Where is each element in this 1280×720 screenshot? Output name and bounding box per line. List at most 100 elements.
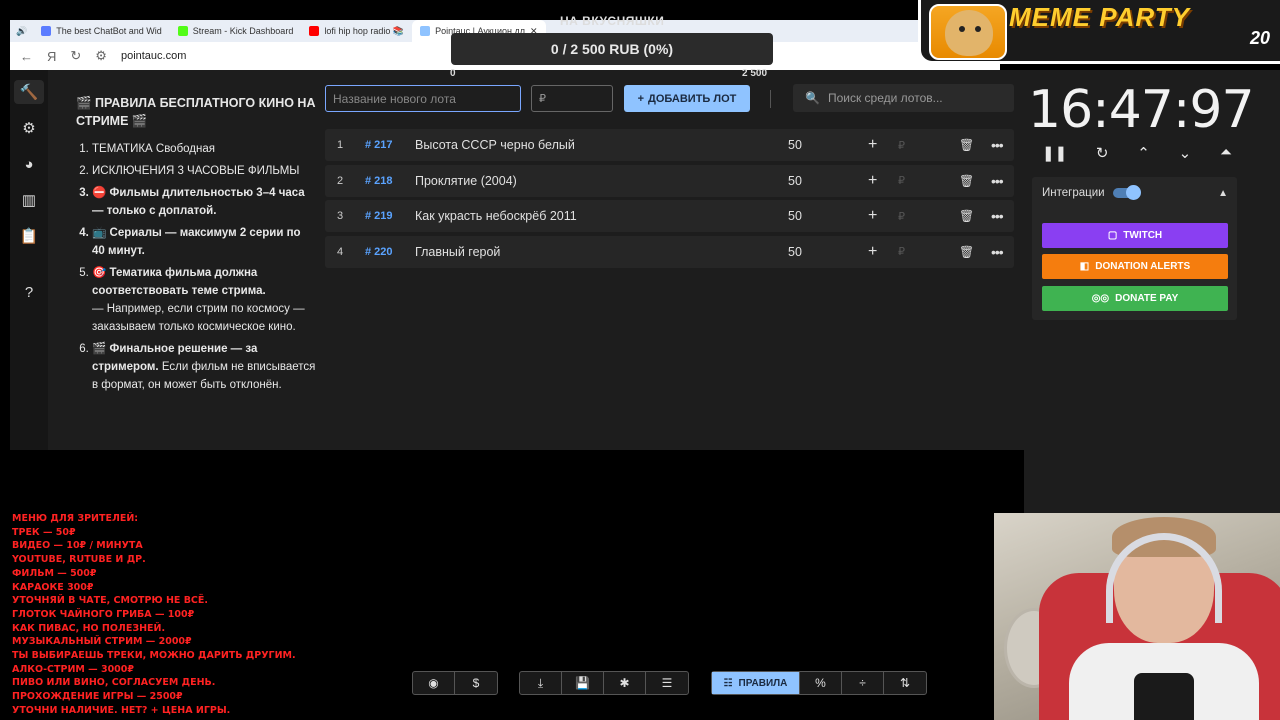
bug-icon[interactable]: ✱ bbox=[604, 672, 646, 694]
nav-history-clipboard-icon[interactable]: 📋 bbox=[14, 224, 44, 248]
nav-stats-bar-chart-icon[interactable]: ▥ bbox=[14, 188, 44, 212]
integrations-label: Интеграции bbox=[1042, 187, 1105, 199]
youtube-favicon-icon bbox=[309, 26, 320, 36]
add-amount-plus-icon[interactable]: + bbox=[868, 172, 877, 190]
yandex-icon[interactable]: Я bbox=[47, 49, 56, 64]
rub-input-icon[interactable]: ₽ bbox=[898, 174, 905, 187]
save-icon[interactable]: 💾 bbox=[562, 672, 604, 694]
lot-number: # 220 bbox=[365, 245, 393, 258]
rub-input-icon[interactable]: ₽ bbox=[898, 245, 905, 258]
rule-item: 🎯 Тематика фильма должна соответствовать… bbox=[92, 264, 316, 336]
download-icon[interactable]: ⤓ bbox=[520, 672, 562, 694]
clear-list-icon[interactable]: ☰ bbox=[646, 672, 688, 694]
lot-number: # 219 bbox=[365, 210, 393, 222]
donate-dollar-icon[interactable]: $ bbox=[455, 672, 497, 694]
lot-row[interactable]: 1 # 217 Высота СССР черно белый 50 + ₽ 🗑… bbox=[325, 129, 1014, 161]
delete-trash-icon[interactable]: 🗑 bbox=[959, 174, 974, 188]
add-amount-plus-icon[interactable]: + bbox=[868, 243, 877, 261]
chevron-up-icon[interactable]: ▲ bbox=[1218, 188, 1228, 199]
rules-panel: 🎬 ПРАВИЛА БЕСПЛАТНОГО КИНО НА СТРИМЕ 🎬 Т… bbox=[76, 94, 316, 398]
toolbar-file: ⤓ 💾 ✱ ☰ bbox=[519, 671, 689, 695]
new-lot-price-input[interactable]: ₽ bbox=[531, 85, 613, 112]
search-icon: 🔍 bbox=[805, 91, 820, 105]
lot-name[interactable]: Главный герой bbox=[415, 245, 500, 259]
browser-tab-chatbot[interactable]: The best ChatBot and Wid bbox=[33, 20, 170, 42]
lot-amount[interactable]: 50 bbox=[788, 138, 802, 152]
lot-row[interactable]: 4 # 220 Главный герой 50 + ₽ 🗑 ••• bbox=[325, 235, 1014, 268]
delete-trash-icon[interactable]: 🗑 bbox=[959, 138, 974, 152]
left-nav: 🔨 ⚙ ◕ ▥ 📋 ? bbox=[10, 70, 48, 450]
lot-name[interactable]: Как украсть небоскрёб 2011 bbox=[415, 209, 577, 223]
nav-wheel-pie-icon[interactable]: ◕ bbox=[14, 152, 44, 176]
sort-icon[interactable]: ⇅ bbox=[884, 672, 926, 694]
more-options-icon[interactable]: ••• bbox=[991, 244, 1004, 260]
new-lot-name-input[interactable] bbox=[325, 85, 521, 112]
delete-trash-icon[interactable]: 🗑 bbox=[959, 245, 974, 259]
lot-search-input[interactable]: 🔍 Поиск среди лотов... bbox=[793, 84, 1014, 112]
percent-icon[interactable]: % bbox=[800, 672, 842, 694]
integrations-header[interactable]: Интеграции ▲ bbox=[1042, 185, 1228, 200]
lot-index: 1 bbox=[337, 139, 344, 151]
chevron-up-icon[interactable]: ⌃ bbox=[1137, 144, 1150, 162]
lot-row[interactable]: 3 # 219 Как украсть небоскрёб 2011 50 + … bbox=[325, 200, 1014, 232]
pause-icon[interactable]: ❚❚ bbox=[1042, 144, 1067, 162]
goal-max-label: 2 500 bbox=[742, 68, 768, 79]
doge-logo-icon bbox=[929, 4, 1007, 60]
lot-row[interactable]: 2 # 218 Проклятие (2004) 50 + ₽ 🗑 ••• bbox=[325, 164, 1014, 197]
add-amount-plus-icon[interactable]: + bbox=[868, 207, 877, 225]
nav-help-question-icon[interactable]: ? bbox=[14, 280, 44, 304]
rules-button[interactable]: ☷ ПРАВИЛА bbox=[712, 672, 800, 694]
more-options-icon[interactable]: ••• bbox=[991, 137, 1004, 153]
kick-favicon-icon bbox=[177, 26, 188, 36]
rub-input-icon[interactable]: ₽ bbox=[898, 139, 905, 152]
more-options-icon[interactable]: ••• bbox=[991, 173, 1004, 189]
lots-list: 1 # 217 Высота СССР черно белый 50 + ₽ 🗑… bbox=[325, 129, 1014, 271]
nav-auction-hammer-icon[interactable]: 🔨 bbox=[14, 80, 44, 104]
delete-trash-icon[interactable]: 🗑 bbox=[959, 209, 974, 223]
rules-list: ТЕМАТИКА Свободная ИСКЛЮЧЕНИЯ 3 ЧАСОВЫЕ … bbox=[76, 140, 316, 394]
goal-min-label: 0 bbox=[450, 68, 456, 79]
donation-alerts-button[interactable]: ◧ DONATION ALERTS bbox=[1042, 254, 1228, 279]
meme-party-title: MEME PARTY bbox=[1009, 2, 1190, 32]
lot-number: # 217 bbox=[365, 139, 393, 151]
site-info-icon[interactable]: ⚙ bbox=[95, 48, 107, 64]
lot-name[interactable]: Высота СССР черно белый bbox=[415, 138, 575, 152]
twitch-button[interactable]: ▢ TWITCH bbox=[1042, 223, 1228, 248]
github-icon[interactable]: ◉ bbox=[413, 672, 455, 694]
chevron-down-icon[interactable]: ⌄ bbox=[1179, 144, 1192, 162]
split-icon[interactable]: ÷ bbox=[842, 672, 884, 694]
webcam-feed bbox=[994, 513, 1280, 720]
browser-tab-lofi[interactable]: lofi hip hop radio 📚 bbox=[301, 20, 412, 42]
rule-item: ТЕМАТИКА Свободная bbox=[92, 140, 316, 158]
lot-amount[interactable]: 50 bbox=[788, 174, 802, 188]
donate-pay-button[interactable]: ◎◎ DONATE PAY bbox=[1042, 286, 1228, 311]
lot-amount[interactable]: 50 bbox=[788, 245, 802, 259]
lot-name[interactable]: Проклятие (2004) bbox=[415, 174, 517, 188]
lot-index: 3 bbox=[337, 210, 344, 222]
add-lot-button[interactable]: + ДОБАВИТЬ ЛОТ bbox=[624, 85, 750, 112]
rub-icon: ₽ bbox=[539, 93, 546, 105]
integrations-toggle[interactable] bbox=[1112, 185, 1141, 200]
plus-icon: + bbox=[637, 92, 645, 105]
rub-input-icon[interactable]: ₽ bbox=[898, 210, 905, 223]
browser-tab-kick[interactable]: Stream - Kick Dashboard bbox=[170, 20, 302, 42]
browser-audio-icon[interactable]: 🔊 bbox=[10, 20, 33, 42]
reload-icon[interactable]: ↻ bbox=[70, 48, 81, 64]
back-arrow-icon[interactable]: ← bbox=[20, 49, 33, 64]
goal-title: НА ВКУСНЯШКИ bbox=[560, 14, 665, 28]
pointauc-favicon-icon bbox=[420, 26, 431, 36]
toolbar-links: ◉ $ bbox=[412, 671, 498, 695]
more-options-icon[interactable]: ••• bbox=[991, 208, 1004, 224]
lot-amount[interactable]: 50 bbox=[788, 209, 802, 223]
donation-alerts-icon: ◧ bbox=[1079, 261, 1090, 272]
add-amount-plus-icon[interactable]: + bbox=[868, 136, 877, 154]
lot-index: 4 bbox=[337, 245, 344, 258]
rule-item: ⛔ Фильмы длительностью 3–4 часа — только… bbox=[92, 184, 316, 220]
goal-progress-bar: 0 / 2 500 RUB (0%) bbox=[451, 33, 773, 65]
nav-settings-gear-icon[interactable]: ⚙ bbox=[14, 116, 44, 140]
double-chevron-up-icon[interactable]: ⏶ bbox=[1220, 144, 1232, 162]
microphone bbox=[1134, 673, 1194, 720]
rules-list-icon: ☷ bbox=[723, 677, 733, 689]
url-text[interactable]: pointauc.com bbox=[121, 50, 186, 62]
reset-icon[interactable]: ↻ bbox=[1096, 144, 1109, 162]
